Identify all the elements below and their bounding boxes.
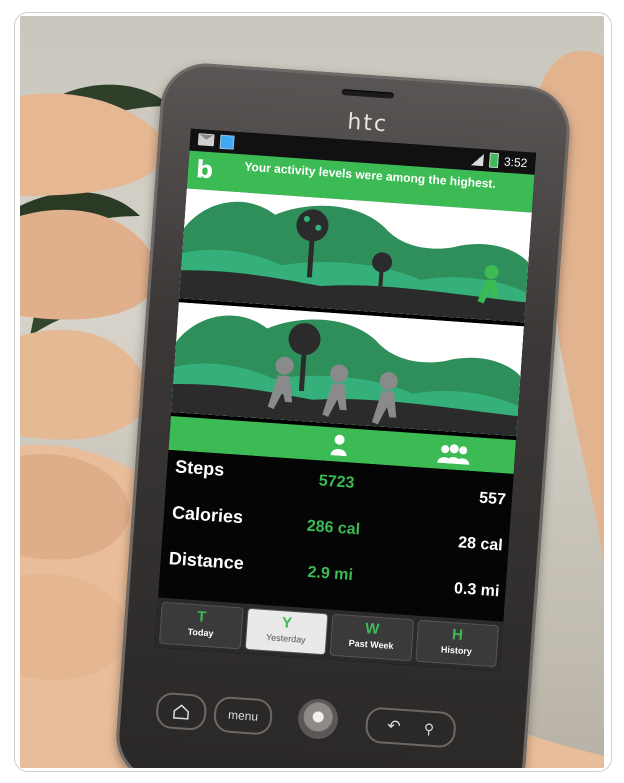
phone: htc 3:52 b Your activity levels were amo…	[113, 60, 573, 768]
tab-yesterday[interactable]: Y Yesterday	[244, 607, 329, 656]
home-icon	[172, 704, 190, 720]
tab-past-week[interactable]: W Past Week	[329, 613, 414, 662]
stat-label: Steps	[174, 456, 225, 480]
home-key[interactable]	[155, 691, 208, 732]
stat-average-value: 0.3 mi	[453, 580, 500, 601]
tab-history[interactable]: H History	[414, 619, 500, 668]
status-time: 3:52	[503, 154, 528, 170]
app-logo: b	[195, 155, 215, 185]
mail-icon	[197, 133, 215, 147]
group-icon	[437, 444, 470, 465]
photo-background: htc 3:52 b Your activity levels were amo…	[20, 16, 604, 768]
stat-mine-value: 286 cal	[306, 517, 361, 539]
phone-screen: 3:52 b Your activity levels were among t…	[154, 128, 537, 672]
search-icon: ⚲	[423, 720, 435, 738]
stat-label: Calories	[171, 502, 244, 528]
my-activity-scene	[179, 188, 532, 323]
back-search-key[interactable]: ↶ ⚲	[364, 706, 457, 749]
stat-label: Distance	[168, 548, 245, 574]
app-notification-icon	[219, 134, 235, 150]
menu-key[interactable]: menu	[212, 695, 274, 736]
brand-logo: htc	[346, 109, 389, 138]
stat-average-value: 28 cal	[457, 534, 504, 555]
stat-mine-value: 5723	[318, 472, 355, 492]
tab-today[interactable]: T Today	[158, 601, 244, 650]
others-activity-scene	[171, 302, 524, 437]
stats-table: Steps 5723 557 Calories 286 cal 28 cal D…	[158, 449, 514, 622]
back-icon: ↶	[386, 717, 402, 736]
trackball[interactable]	[296, 697, 340, 741]
stat-mine-value: 2.9 mi	[306, 563, 354, 585]
battery-icon	[488, 152, 499, 169]
stat-average-value: 557	[478, 489, 507, 509]
user-icon	[330, 434, 347, 457]
signal-icon	[470, 152, 484, 166]
